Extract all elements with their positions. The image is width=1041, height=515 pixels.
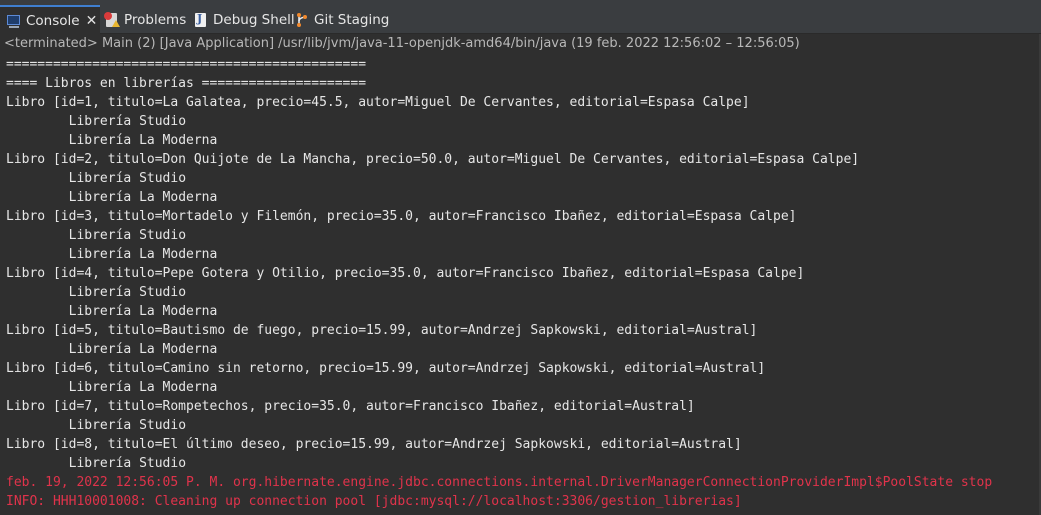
console-line: Librería Studio [6, 114, 187, 129]
process-status-line: <terminated> Main (2) [Java Application]… [4, 36, 800, 51]
console-line: Librería Studio [6, 228, 187, 243]
tab-git-staging-label: Git Staging [314, 11, 390, 28]
console-line: Libro [id=4, titulo=Pepe Gotera y Otilio… [6, 266, 805, 281]
console-line: Librería Studio [6, 171, 187, 186]
tab-debug-shell-label: Debug Shell [213, 11, 295, 28]
console-line: ==== Libros en librerías ===============… [6, 76, 367, 91]
console-error-line: INFO: HHH10001008: Cleaning up connectio… [6, 494, 742, 509]
tab-problems[interactable]: Problems [104, 7, 186, 32]
console-error-line: feb. 19, 2022 12:56:05 P. M. org.hiberna… [6, 475, 993, 490]
view-tab-bar: Console ✕ Problems J Debug Shell Git Sta… [0, 0, 1041, 34]
console-line: Libro [id=3, titulo=Mortadelo y Filemón,… [6, 209, 797, 224]
console-line: Librería La Moderna [6, 133, 218, 148]
tab-problems-label: Problems [124, 11, 187, 28]
console-line: Librería Studio [6, 456, 187, 471]
git-staging-icon [294, 12, 310, 28]
console-line: Libro [id=1, titulo=La Galatea, precio=4… [6, 95, 750, 110]
console-line: Libro [id=2, titulo=Don Quijote de La Ma… [6, 152, 860, 167]
console-line: Librería Studio [6, 285, 187, 300]
console-line: Librería Studio [6, 418, 187, 433]
console-line: ========================================… [6, 57, 367, 72]
console-line: Libro [id=5, titulo=Bautismo de fuego, p… [6, 323, 758, 338]
console-output[interactable]: ========================================… [6, 55, 992, 511]
tab-console-label: Console [26, 12, 80, 29]
console-icon [6, 13, 22, 29]
tab-debug-shell[interactable]: J Debug Shell [193, 7, 295, 32]
console-line: Librería La Moderna [6, 380, 218, 395]
console-line: Librería La Moderna [6, 247, 218, 262]
console-line: Librería La Moderna [6, 304, 218, 319]
console-line: Libro [id=7, titulo=Rompetechos, precio=… [6, 399, 695, 414]
debug-shell-icon: J [193, 12, 209, 28]
console-line: Libro [id=6, titulo=Camino sin retorno, … [6, 361, 766, 376]
console-line: Libro [id=8, titulo=El último deseo, pre… [6, 437, 742, 452]
problems-icon [104, 11, 120, 28]
close-icon[interactable]: ✕ [86, 14, 98, 28]
console-view[interactable]: <terminated> Main (2) [Java Application]… [0, 34, 1041, 515]
tab-git-staging[interactable]: Git Staging [294, 7, 389, 32]
console-line: Librería La Moderna [6, 190, 218, 205]
console-line: Librería La Moderna [6, 342, 218, 357]
tab-console[interactable]: Console ✕ [0, 5, 100, 34]
